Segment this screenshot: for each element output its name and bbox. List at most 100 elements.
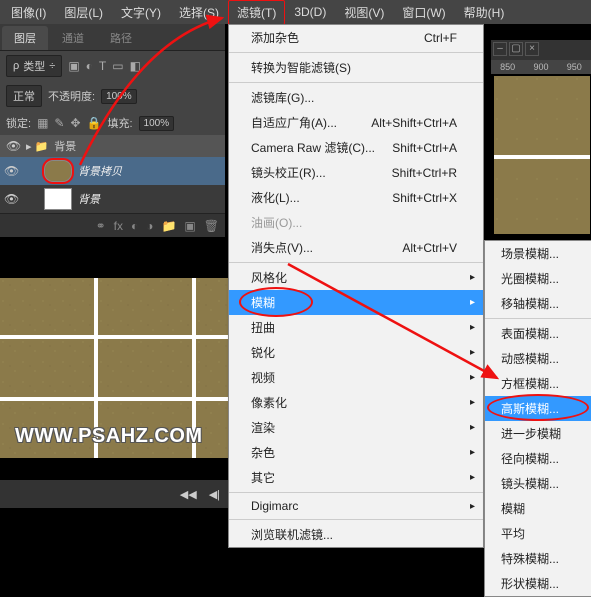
layer-thumb[interactable] xyxy=(44,160,72,182)
filter-adaptive-wide[interactable]: 自适应广角(A)...Alt+Shift+Ctrl+A xyxy=(229,110,483,135)
lock-move-icon[interactable]: ✥ xyxy=(70,116,80,130)
filter-shape-icon[interactable]: ▭ xyxy=(112,59,123,73)
link-icon[interactable]: ⚭ xyxy=(96,219,106,233)
adjustment-icon[interactable]: ◑ xyxy=(146,219,153,233)
visibility-icon[interactable]: 👁 xyxy=(6,139,20,153)
blur-iris[interactable]: 光圈模糊... xyxy=(485,266,591,291)
tab-paths[interactable]: 路径 xyxy=(98,26,144,50)
shortcut: Alt+Ctrl+V xyxy=(402,241,457,255)
lock-transparent-icon[interactable]: ▦ xyxy=(37,116,48,130)
menu-3d[interactable]: 3D(D) xyxy=(285,1,335,23)
filter-type-icon[interactable]: T xyxy=(99,59,106,73)
menu-image[interactable]: 图像(I) xyxy=(2,0,55,25)
blur-gaussian[interactable]: 高斯模糊... xyxy=(485,396,591,421)
blur-blur[interactable]: 模糊 xyxy=(485,496,591,521)
blur-tiltshift[interactable]: 移轴模糊... xyxy=(485,291,591,316)
panel-tabs: 图层 通道 路径 xyxy=(0,24,225,51)
minimize-icon[interactable]: – xyxy=(493,42,507,56)
shortcut: Shift+Ctrl+R xyxy=(392,166,457,180)
blur-average[interactable]: 平均 xyxy=(485,521,591,546)
filter-distort[interactable]: 扭曲 xyxy=(229,315,483,340)
filter-smart-icon[interactable]: ◧ xyxy=(130,59,141,73)
blur-shape[interactable]: 形状模糊... xyxy=(485,571,591,596)
close-icon[interactable]: × xyxy=(525,42,539,56)
filter-dropdown: 添加杂色Ctrl+F 转换为智能滤镜(S) 滤镜库(G)... 自适应广角(A)… xyxy=(228,24,484,548)
filter-blur[interactable]: 模糊 xyxy=(229,290,483,315)
opacity-value[interactable]: 100% xyxy=(101,89,137,104)
filter-other[interactable]: 其它 xyxy=(229,465,483,490)
filter-image-icon[interactable]: ▣ xyxy=(68,59,79,73)
fill-label: 填充: xyxy=(107,115,132,131)
menu-window[interactable]: 窗口(W) xyxy=(393,0,454,25)
layer-name[interactable]: 背景 xyxy=(78,191,100,207)
fx-icon[interactable]: fx xyxy=(114,219,123,233)
layers-panel: 图层 通道 路径 ρ 类型 ÷ ▣ ◐ T ▭ ◧ 正常 不透明度: 100% … xyxy=(0,24,225,237)
visibility-icon[interactable]: 👁 xyxy=(4,192,18,206)
filter-gallery[interactable]: 滤镜库(G)... xyxy=(229,85,483,110)
layer-name[interactable]: 背景拷贝 xyxy=(78,163,122,179)
filter-recent[interactable]: 添加杂色Ctrl+F xyxy=(229,25,483,50)
canvas-secondary xyxy=(494,76,590,234)
prev-frame-icon[interactable]: ◀| xyxy=(209,488,220,501)
tab-layers[interactable]: 图层 xyxy=(2,26,48,50)
layer-row[interactable]: 👁 背景 xyxy=(0,185,225,213)
blur-radial[interactable]: 径向模糊... xyxy=(485,446,591,471)
filter-stylize[interactable]: 风格化 xyxy=(229,265,483,290)
filter-lens-correction[interactable]: 镜头校正(R)...Shift+Ctrl+R xyxy=(229,160,483,185)
fill-value[interactable]: 100% xyxy=(139,116,175,131)
shortcut: Shift+Ctrl+A xyxy=(392,141,457,155)
menu-view[interactable]: 视图(V) xyxy=(335,0,393,25)
menu-type[interactable]: 文字(Y) xyxy=(112,0,170,25)
folder-icon[interactable]: ▸ 📁 xyxy=(26,140,48,153)
tab-channels[interactable]: 通道 xyxy=(50,26,96,50)
kind-filter-label: 类型 xyxy=(23,58,45,74)
blur-more[interactable]: 进一步模糊 xyxy=(485,421,591,446)
filter-render[interactable]: 渲染 xyxy=(229,415,483,440)
maximize-icon[interactable]: ▢ xyxy=(509,42,523,56)
layer-row[interactable]: 👁 背景拷贝 xyxy=(0,157,225,185)
group-name[interactable]: 背景 xyxy=(54,138,76,154)
filter-noise[interactable]: 杂色 xyxy=(229,440,483,465)
blur-field[interactable]: 场景模糊... xyxy=(485,241,591,266)
menu-filter[interactable]: 滤镜(T) xyxy=(228,0,285,25)
ruler-tick: 850 xyxy=(500,62,515,72)
filter-video[interactable]: 视频 xyxy=(229,365,483,390)
folder-new-icon[interactable]: 📁 xyxy=(161,219,176,233)
layer-thumb[interactable] xyxy=(44,188,72,210)
lock-all-icon[interactable]: 🔒 xyxy=(87,116,102,130)
filter-oil-paint: 油画(O)... xyxy=(229,210,483,235)
shortcut: Alt+Shift+Ctrl+A xyxy=(371,116,457,130)
filter-browse-online[interactable]: 浏览联机滤镜... xyxy=(229,522,483,547)
lock-paint-icon[interactable]: ✎ xyxy=(54,116,64,130)
blur-box[interactable]: 方框模糊... xyxy=(485,371,591,396)
filter-sharpen[interactable]: 锐化 xyxy=(229,340,483,365)
filter-vanishing[interactable]: 消失点(V)...Alt+Ctrl+V xyxy=(229,235,483,260)
lock-label: 锁定: xyxy=(6,115,31,131)
blur-surface[interactable]: 表面模糊... xyxy=(485,321,591,346)
new-layer-icon[interactable]: ▣ xyxy=(184,219,195,233)
step-back-icon[interactable]: ◀◀ xyxy=(180,488,197,501)
ruler-tick: 950 xyxy=(567,62,582,72)
shortcut: Shift+Ctrl+X xyxy=(392,191,457,205)
blur-submenu: 场景模糊... 光圈模糊... 移轴模糊... 表面模糊... 动感模糊... … xyxy=(484,240,591,597)
menu-help[interactable]: 帮助(H) xyxy=(455,0,514,25)
ruler: 850 900 950 xyxy=(491,60,591,74)
menu-layer[interactable]: 图层(L) xyxy=(55,0,112,25)
blend-mode[interactable]: 正常 xyxy=(6,85,42,107)
filter-convert-smart[interactable]: 转换为智能滤镜(S) xyxy=(229,55,483,80)
mask-icon[interactable]: ◐ xyxy=(131,219,138,233)
visibility-icon[interactable]: 👁 xyxy=(4,164,18,178)
opacity-label: 不透明度: xyxy=(48,88,95,104)
menu-select[interactable]: 选择(S) xyxy=(170,0,228,25)
filter-digimarc[interactable]: Digimarc xyxy=(229,495,483,517)
trash-icon[interactable]: 🗑 xyxy=(204,219,219,233)
filter-liquify[interactable]: 液化(L)...Shift+Ctrl+X xyxy=(229,185,483,210)
filter-camera-raw[interactable]: Camera Raw 滤镜(C)...Shift+Ctrl+A xyxy=(229,135,483,160)
blur-lens[interactable]: 镜头模糊... xyxy=(485,471,591,496)
kind-filter[interactable]: ρ 类型 ÷ xyxy=(6,55,62,77)
watermark: WWW.PSAHZ.COM xyxy=(15,425,203,448)
blur-smart[interactable]: 特殊模糊... xyxy=(485,546,591,571)
filter-adjust-icon[interactable]: ◐ xyxy=(86,59,93,73)
filter-pixelate[interactable]: 像素化 xyxy=(229,390,483,415)
blur-motion[interactable]: 动感模糊... xyxy=(485,346,591,371)
